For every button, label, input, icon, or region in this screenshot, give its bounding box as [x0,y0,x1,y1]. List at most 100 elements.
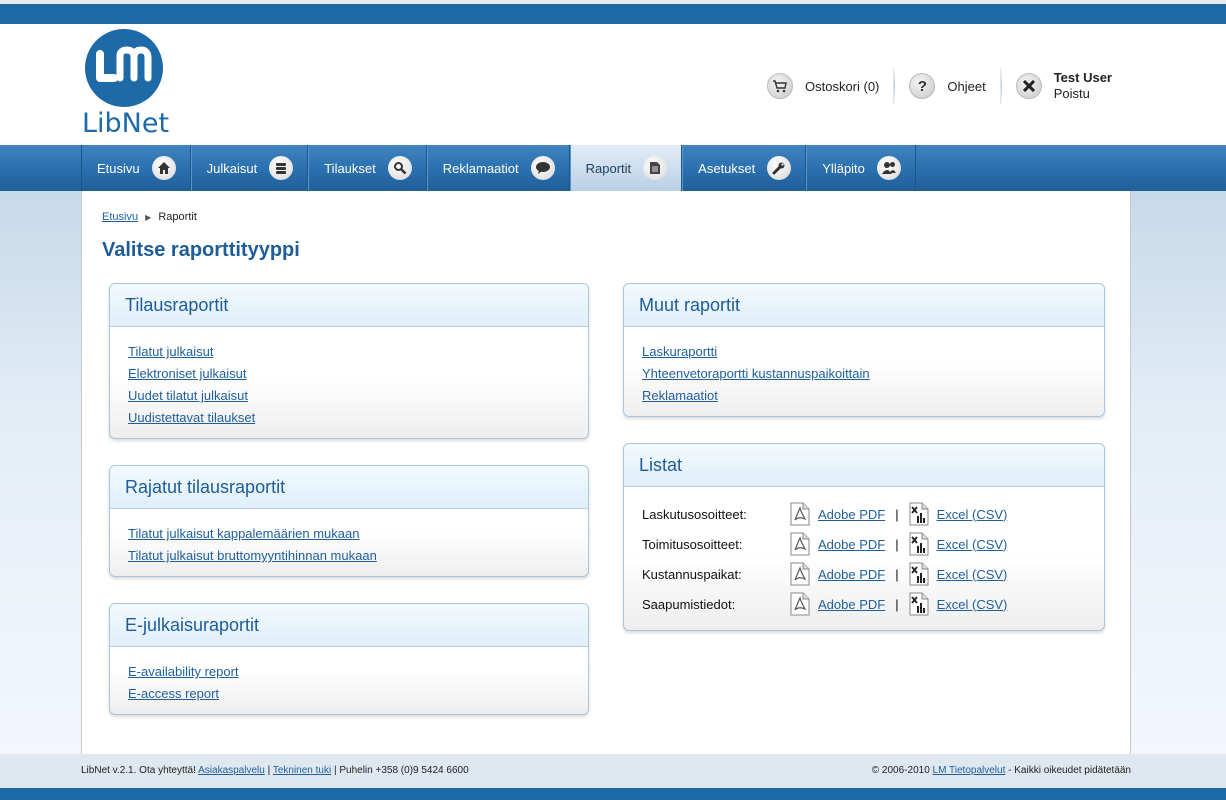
report-link[interactable]: Tilatut julkaisut bruttomyyntihinnan muk… [128,548,377,563]
list-item: Uudistettavat tilaukset [128,409,570,431]
tech-support-link[interactable]: Tekninen tuki [273,765,331,776]
nav-label: Ylläpito [822,160,865,176]
main-nav: Etusivu Julkaisut Tilaukset Reklamaatiot… [81,145,916,191]
user-block: Test User Poistu [1054,70,1112,102]
panel-title: Listat [624,444,1104,487]
nav-item-etusivu[interactable]: Etusivu [81,145,191,191]
cart-link[interactable]: Ostoskori (0) [753,68,893,104]
copyright-rights: - Kaikki oikeudet pidätetään [1008,765,1131,776]
link-separator: | [895,536,899,552]
cart-icon [766,73,793,99]
pdf-link[interactable]: Adobe PDF [818,507,885,522]
search-icon [387,156,412,180]
report-link[interactable]: Reklamaatiot [642,388,718,403]
logout-label: Poistu [1053,86,1090,101]
list-item: Reklamaatiot [642,387,1086,409]
nav-item-reklamaatiot[interactable]: Reklamaatiot [426,145,570,191]
excel-link[interactable]: Excel (CSV) [937,567,1008,582]
link-list: Laskuraportti Yhteenvetoraportti kustann… [642,343,1086,409]
logo-text: LibNet [82,108,170,139]
report-link[interactable]: Uudet tilatut julkaisut [128,388,248,403]
footer-version: LibNet v.2.1. Ota yhteyttä! [81,765,196,776]
link-list: E-availability report E-access report [128,663,570,707]
report-link[interactable]: Uudistettavat tilaukset [128,410,255,425]
breadcrumb-home-link[interactable]: Etusivu [102,211,138,223]
list-item: Tilatut julkaisut kappalemäärien mukaan [128,525,570,547]
bottom-bar [0,788,1226,800]
nav-label: Tilaukset [324,160,376,176]
report-link[interactable]: E-availability report [128,664,239,679]
footer-separator: | [267,765,271,776]
footer-contact: LibNet v.2.1. Ota yhteyttä! Asiakaspalve… [81,765,469,776]
report-link[interactable]: E-access report [128,686,219,701]
nav-item-yllapito[interactable]: Ylläpito [806,145,916,191]
report-link[interactable]: Tilatut julkaisut kappalemäärien mukaan [128,526,359,541]
panel-title: E-julkaisuraportit [110,604,588,647]
footer-copyright: © 2006-2010 LM Tietopalvelut - Kaikki oi… [872,765,1131,776]
pdf-link[interactable]: Adobe PDF [818,567,885,582]
pdf-file-icon [790,592,810,616]
list-row: Laskutusosoitteet: Adobe PDF | Excel (CS… [642,499,1086,529]
list-item: Laskuraportti [642,343,1086,365]
excel-file-icon [909,592,929,616]
breadcrumb-current: Raportit [158,211,197,223]
breadcrumb-separator-icon: ▶ [145,213,152,222]
header: LibNet Ostoskori (0) ? Ohjeet Test User … [0,24,1226,145]
nav-item-raportit[interactable]: Raportit [569,145,683,191]
excel-link[interactable]: Excel (CSV) [937,597,1008,612]
list-label: Saapumistiedot: [642,596,736,612]
nav-label: Raportit [585,160,632,176]
nav-item-asetukset[interactable]: Asetukset [682,145,807,191]
logout-link[interactable]: Test User Poistu [1002,68,1126,104]
excel-file-icon [909,532,929,556]
panel-muut-raportit: Muut raportit Laskuraportti Yhteenvetora… [623,283,1105,417]
cart-label: Ostoskori (0) [804,78,880,94]
list-label: Kustannuspaikat: [642,566,742,582]
excel-link[interactable]: Excel (CSV) [937,537,1008,552]
pdf-file-icon [790,562,810,586]
report-link[interactable]: Laskuraportti [642,344,717,359]
stack-icon [269,156,294,180]
list-item: E-availability report [128,663,570,685]
excel-link[interactable]: Excel (CSV) [937,507,1008,522]
help-link[interactable]: ? Ohjeet [895,68,999,104]
speech-bubble-icon [530,156,555,180]
link-list: Tilatut julkaisut Elektroniset julkaisut… [128,343,570,431]
list-item: Tilatut julkaisut bruttomyyntihinnan muk… [128,547,570,569]
list-row: Saapumistiedot: Adobe PDF | Excel (CSV) [642,589,1086,619]
logo-mark-icon [85,29,163,107]
help-label: Ohjeet [947,78,986,94]
panel-title: Tilausraportit [110,284,588,327]
nav-item-tilaukset[interactable]: Tilaukset [308,145,427,191]
nav-label: Julkaisut [206,160,258,176]
nav-item-julkaisut[interactable]: Julkaisut [190,145,309,191]
list-item: Yhteenvetoraportti kustannuspaikoittain [642,365,1086,387]
excel-file-icon [909,502,929,526]
report-link[interactable]: Elektroniset julkaisut [128,366,247,381]
panel-title: Muut raportit [624,284,1104,327]
link-separator: | [895,506,899,522]
list-item: Tilatut julkaisut [128,343,570,365]
list-row: Toimitusosoitteet: Adobe PDF | Excel (CS… [642,529,1086,559]
excel-file-icon [909,562,929,586]
list-item: Elektroniset julkaisut [128,365,570,387]
panel-rajatut-tilausraportit: Rajatut tilausraportit Tilatut julkaisut… [109,465,589,577]
report-link[interactable]: Tilatut julkaisut [128,344,214,359]
close-icon [1015,73,1042,99]
content-area: Etusivu ▶ Raportit Valitse raporttityypp… [81,191,1131,754]
link-list: Tilatut julkaisut kappalemäärien mukaan … [128,525,570,569]
panel-tilausraportit: Tilausraportit Tilatut julkaisut Elektro… [109,283,589,439]
company-link[interactable]: LM Tietopalvelut [933,765,1006,776]
document-icon [643,156,668,180]
customer-service-link[interactable]: Asiakaspalvelu [198,765,265,776]
link-separator: | [895,596,899,612]
report-link[interactable]: Yhteenvetoraportti kustannuspaikoittain [642,366,870,381]
nav-label: Etusivu [97,160,140,176]
panel-title: Rajatut tilausraportit [110,466,588,509]
pdf-link[interactable]: Adobe PDF [818,597,885,612]
link-separator: | [895,566,899,582]
users-icon [876,156,901,180]
list-item: Uudet tilatut julkaisut [128,387,570,409]
user-name: Test User [1053,70,1112,85]
pdf-link[interactable]: Adobe PDF [818,537,885,552]
